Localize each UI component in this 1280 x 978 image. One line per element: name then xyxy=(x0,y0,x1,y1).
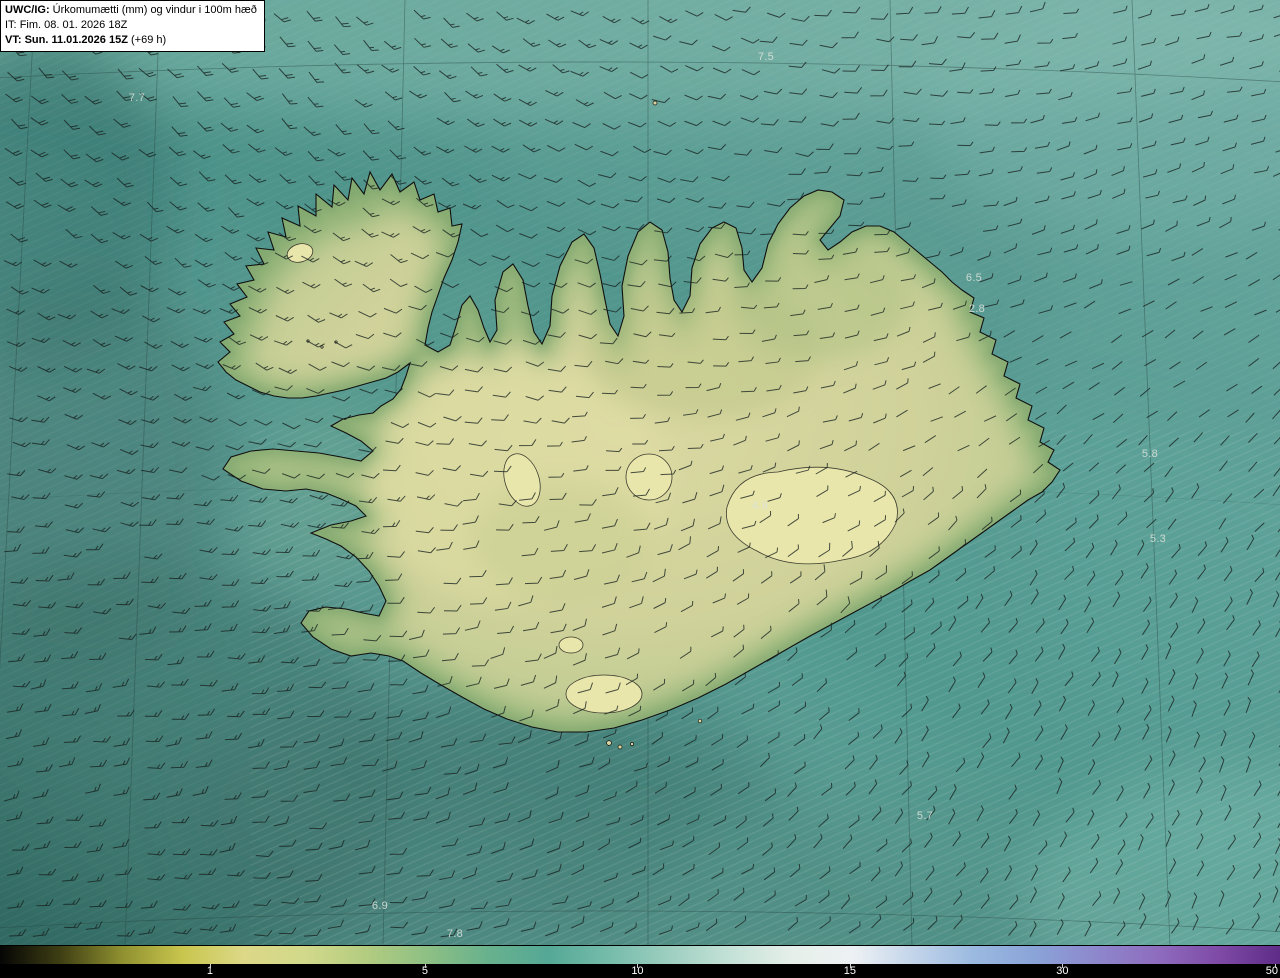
colorbar: 1 5 10 15 30 50 xyxy=(0,945,1280,978)
valid-label: VT: xyxy=(5,34,22,46)
valid-time: VT: Sun. 11.01.2026 15Z (+69 h) xyxy=(5,34,167,46)
weather-map-screen: 7.7 7.5 6.5 2.8 5.8 5.3 4.9 5.7 6.9 7.8 UWC/IG: Ú… xyxy=(0,0,1280,978)
legend-box: UWC/IG: Úrkomumætti (mm) og vindur i 100… xyxy=(0,0,265,52)
colorbar-tick xyxy=(637,964,639,968)
product-title: UWC/IG: Úrkomumætti (mm) og vindur i 100… xyxy=(5,4,257,16)
precipitation-wind-map xyxy=(0,0,1280,946)
colorbar-tick xyxy=(424,964,426,968)
colorbar-tick xyxy=(849,964,851,968)
colorbar-labels: 1 5 10 15 30 50 xyxy=(0,964,1280,978)
colorbar-tick xyxy=(209,964,211,968)
colorbar-tick xyxy=(1274,964,1276,968)
product-label: UWC/IG: xyxy=(5,4,50,16)
map-canvas: 7.7 7.5 6.5 2.8 5.8 5.3 4.9 5.7 6.9 7.8 xyxy=(0,0,1280,946)
colorbar-gradient xyxy=(0,946,1280,964)
colorbar-tick xyxy=(1062,964,1064,968)
colorbar-tick-label: 50 xyxy=(1265,965,1278,977)
init-time: IT: Fim. 08. 01. 2026 18Z xyxy=(5,19,128,31)
init-label: IT: xyxy=(5,19,17,31)
